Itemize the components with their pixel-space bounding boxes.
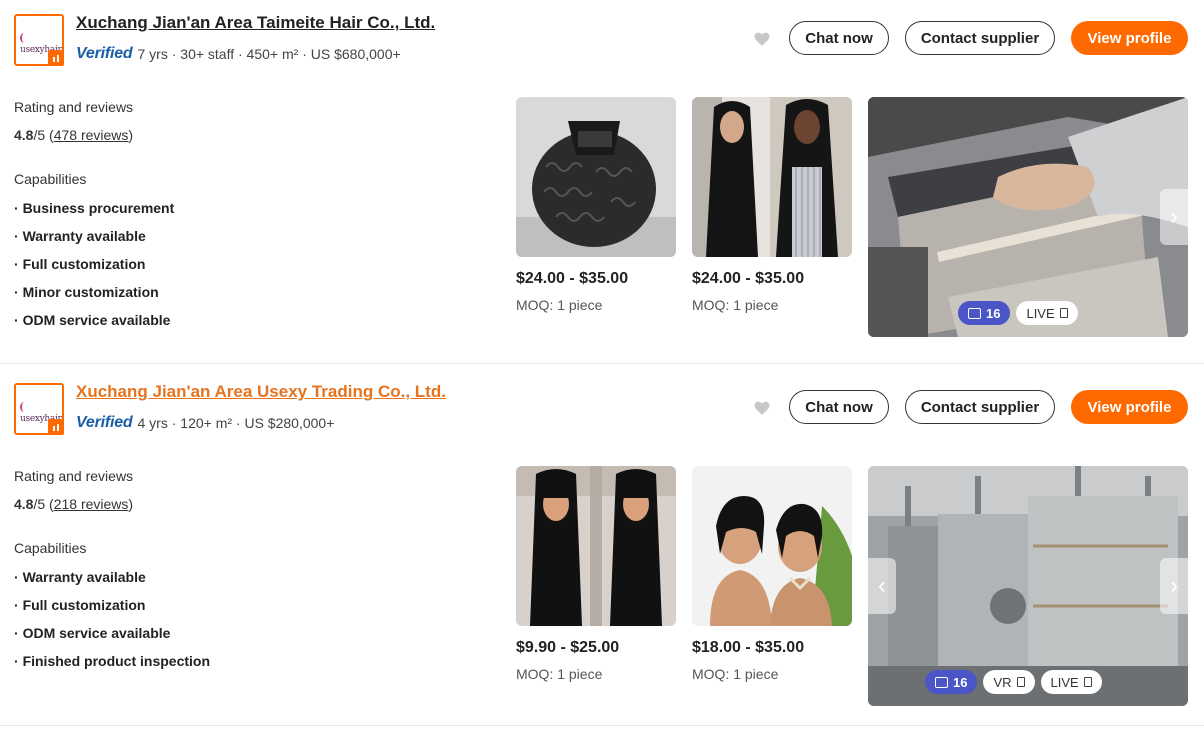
reviews-link[interactable]: 218 reviews bbox=[54, 496, 129, 512]
verified-badge[interactable]: Verified bbox=[76, 414, 133, 432]
document-icon bbox=[1016, 677, 1025, 687]
product-price: $24.00 - $35.00 bbox=[516, 270, 629, 287]
live-badge[interactable]: LIVE bbox=[1016, 301, 1078, 325]
next-photo-button[interactable]: › bbox=[1160, 558, 1188, 614]
rating-scale: /5 ( bbox=[33, 127, 54, 143]
rating-close: ) bbox=[128, 127, 134, 143]
capabilities-title: Capabilities bbox=[14, 171, 87, 187]
media-badges: 16 VR LIVE bbox=[925, 670, 1102, 694]
previous-photo-button[interactable]: ‹ bbox=[868, 558, 896, 614]
capabilities-list: Business procurement Warranty available … bbox=[14, 199, 175, 339]
capability-item: Full customization bbox=[14, 596, 210, 624]
capability-item: Minor customization bbox=[14, 283, 174, 311]
rating-summary: 4.8/5 (218 reviews) bbox=[14, 496, 133, 512]
capability-item: ODM service available bbox=[14, 311, 174, 339]
capability-item: ODM service available bbox=[14, 624, 210, 652]
supplier-stats: 7 yrs · 30+ staff · 450+ m² · US $680,00… bbox=[137, 46, 401, 62]
contact-supplier-button[interactable]: Contact supplier bbox=[905, 21, 1055, 55]
supplier-stats: 4 yrs · 120+ m² · US $280,000+ bbox=[137, 415, 335, 431]
product-image[interactable] bbox=[692, 97, 852, 257]
heart-icon[interactable] bbox=[753, 399, 771, 417]
product-moq: MOQ: 1 piece bbox=[516, 666, 603, 682]
factory-photo[interactable]: ‹ › 16 VR LIVE bbox=[868, 466, 1188, 706]
supplier-meta: Verified 4 yrs · 120+ m² · US $280,000+ bbox=[76, 414, 334, 432]
photo-count-badge[interactable]: 16 bbox=[958, 301, 1011, 325]
image-icon bbox=[968, 307, 981, 319]
view-profile-button[interactable]: View profile bbox=[1071, 390, 1188, 424]
supplier-card: usexyhair Xuchang Jian'an Area Taimeite … bbox=[0, 0, 1204, 364]
live-badge[interactable]: LIVE bbox=[1040, 670, 1102, 694]
photo-count: 16 bbox=[953, 674, 968, 690]
rating-title: Rating and reviews bbox=[14, 468, 134, 484]
document-icon bbox=[1059, 308, 1068, 318]
chat-now-button[interactable]: Chat now bbox=[789, 390, 889, 424]
rating-score: 4.8 bbox=[14, 496, 34, 512]
product-moq: MOQ: 1 piece bbox=[516, 297, 603, 313]
product-price: $24.00 - $35.00 bbox=[692, 270, 805, 287]
photo-count: 16 bbox=[986, 305, 1001, 321]
chat-now-button[interactable]: Chat now bbox=[789, 21, 889, 55]
capabilities-list: Warranty available Full customization OD… bbox=[14, 568, 210, 680]
supplier-meta: Verified 7 yrs · 30+ staff · 450+ m² · U… bbox=[76, 45, 401, 63]
vr-label: VR bbox=[993, 674, 1012, 690]
photo-count-badge[interactable]: 16 bbox=[925, 670, 978, 694]
rating-score: 4.8 bbox=[14, 127, 34, 143]
reviews-link[interactable]: 478 reviews bbox=[54, 127, 129, 143]
product-image[interactable] bbox=[516, 97, 676, 257]
live-label: LIVE bbox=[1050, 674, 1079, 690]
capability-item: Full customization bbox=[14, 255, 174, 283]
store-icon bbox=[48, 419, 64, 435]
product-price: $9.90 - $25.00 bbox=[516, 639, 620, 656]
rating-summary: 4.8/5 (478 reviews) bbox=[14, 127, 133, 143]
product-moq: MOQ: 1 piece bbox=[692, 666, 779, 682]
heart-icon[interactable] bbox=[753, 30, 771, 48]
product-moq: MOQ: 1 piece bbox=[692, 297, 779, 313]
rating-scale: /5 ( bbox=[33, 496, 54, 512]
supplier-logo[interactable]: usexyhair bbox=[14, 14, 64, 66]
company-name-link[interactable]: Xuchang Jian'an Area Taimeite Hair Co., … bbox=[76, 13, 435, 33]
media-badges: 16 LIVE bbox=[958, 301, 1078, 325]
image-icon bbox=[935, 676, 948, 688]
vr-badge[interactable]: VR bbox=[983, 670, 1035, 694]
capability-item: Warranty available bbox=[14, 227, 174, 255]
product-image[interactable] bbox=[692, 466, 852, 626]
capabilities-title: Capabilities bbox=[14, 540, 87, 556]
product-image[interactable] bbox=[516, 466, 676, 626]
supplier-card: usexyhair Xuchang Jian'an Area Usexy Tra… bbox=[0, 364, 1204, 726]
supplier-logo[interactable]: usexyhair bbox=[14, 383, 64, 435]
document-icon bbox=[1083, 677, 1092, 687]
capability-item: Finished product inspection bbox=[14, 652, 210, 680]
product-price: $18.00 - $35.00 bbox=[692, 639, 805, 656]
rating-title: Rating and reviews bbox=[14, 99, 134, 115]
live-label: LIVE bbox=[1026, 305, 1055, 321]
rating-close: ) bbox=[128, 496, 134, 512]
next-photo-button[interactable]: › bbox=[1160, 189, 1188, 245]
store-icon bbox=[48, 50, 64, 66]
view-profile-button[interactable]: View profile bbox=[1071, 21, 1188, 55]
factory-photo[interactable]: › 16 LIVE bbox=[868, 97, 1188, 337]
capability-item: Warranty available bbox=[14, 568, 210, 596]
verified-badge[interactable]: Verified bbox=[76, 45, 133, 63]
company-name-link[interactable]: Xuchang Jian'an Area Usexy Trading Co., … bbox=[76, 382, 446, 402]
capability-item: Business procurement bbox=[14, 199, 175, 227]
contact-supplier-button[interactable]: Contact supplier bbox=[905, 390, 1055, 424]
